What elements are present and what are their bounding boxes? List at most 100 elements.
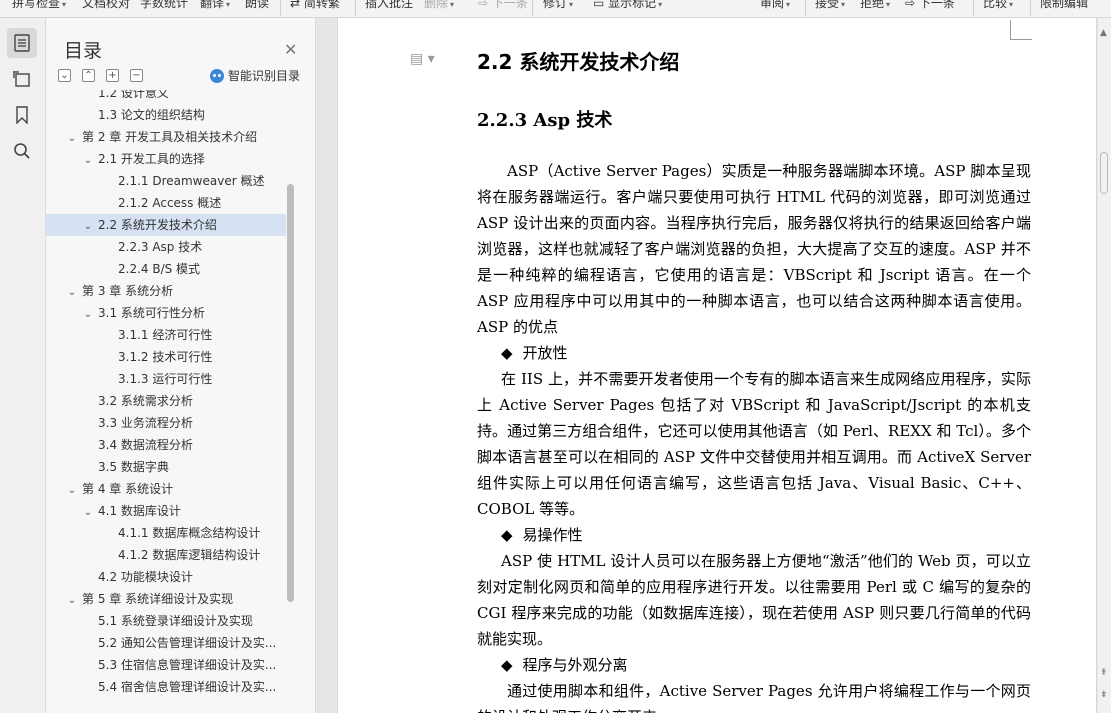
toc-item[interactable]: 2.2.4 B/S 模式 bbox=[46, 258, 286, 280]
paragraph: 通过使用脚本和组件，Active Server Pages 允许用户将编程工作与… bbox=[477, 682, 1031, 713]
toc-list: 1.2 设计意义 1.3 论文的组织结构 ⌄ 第 2 章 开发工具及相关技术介绍 ⌄ 2.… bbox=[46, 90, 286, 713]
toc-item-label: 3.5 数据字典 bbox=[98, 460, 169, 474]
toc-item[interactable]: ⌄ 2.1 开发工具的选择 bbox=[46, 148, 286, 170]
read-aloud-button[interactable]: 朗读 bbox=[245, 0, 269, 11]
page-up-icon[interactable]: ⇞ bbox=[1100, 668, 1108, 678]
next-icon: ⇨ bbox=[905, 0, 919, 10]
toc-scrollbar[interactable] bbox=[287, 184, 294, 602]
next-icon: ⇨ bbox=[478, 0, 492, 10]
toc-item[interactable]: 3.4 数据流程分析 bbox=[46, 434, 286, 456]
separator bbox=[973, 0, 974, 16]
toc-item[interactable]: 3.1.2 技术可行性 bbox=[46, 346, 286, 368]
toc-item-label: 第 5 章 系统详细设计及实现 bbox=[82, 592, 234, 606]
chevron-down-icon[interactable]: ⌄ bbox=[82, 502, 94, 522]
markup-icon: ▭ bbox=[593, 0, 609, 10]
toc-item[interactable]: 3.5 数据字典 bbox=[46, 456, 286, 478]
toc-item[interactable]: 3.1.1 经济可行性 bbox=[46, 324, 286, 346]
insert-comment-button[interactable]: 插入批注 bbox=[365, 0, 413, 11]
bookmark-icon bbox=[16, 106, 28, 124]
toc-item[interactable]: 4.1.2 数据库逻辑结构设计 bbox=[46, 544, 286, 566]
word-count-button[interactable]: 字数统计 bbox=[140, 0, 188, 11]
ribbon-toolbar: 拼写检查 ▾ 文档校对 字数统计 翻译 ▾ 朗读 ⇄ 简转繁 插入批注 删除 ▾ ⇨ … bbox=[0, 0, 1111, 18]
toc-item[interactable]: 4.2 功能模块设计 bbox=[46, 566, 286, 588]
show-markup-button[interactable]: ▭ 显示标记 ▾ bbox=[593, 0, 662, 11]
accept-button[interactable]: 接受 ▾ bbox=[815, 0, 845, 11]
vertical-scroll-track bbox=[1098, 18, 1111, 713]
toc-item-label: 2.1.2 Access 概述 bbox=[118, 196, 222, 210]
toc-title: 目录 bbox=[64, 40, 103, 62]
track-changes-button[interactable]: 修订 ▾ bbox=[543, 0, 573, 11]
rail-bookmark-button[interactable] bbox=[7, 100, 37, 130]
expand-up-icon[interactable]: ⌃ bbox=[82, 69, 95, 82]
toc-item[interactable]: ⌄ 第 4 章 系统设计 bbox=[46, 478, 286, 500]
spell-check-button[interactable]: 拼写检查 ▾ bbox=[12, 0, 66, 11]
chevron-down-icon[interactable]: ⌄ bbox=[82, 216, 94, 236]
rail-chapter-button[interactable] bbox=[7, 64, 37, 94]
toc-item[interactable]: ⌄ 第 5 章 系统详细设计及实现 bbox=[46, 588, 286, 610]
collapse-all-icon[interactable]: ⌄ bbox=[58, 69, 71, 82]
chevron-down-icon[interactable]: ⌄ bbox=[66, 282, 78, 302]
reject-button[interactable]: 拒绝 ▾ bbox=[860, 0, 890, 11]
toc-item[interactable]: 3.2 系统需求分析 bbox=[46, 390, 286, 412]
chevron-down-icon[interactable]: ⌄ bbox=[66, 128, 78, 148]
chevron-down-icon[interactable]: ⌄ bbox=[82, 304, 94, 324]
restrict-editing-button[interactable]: 限制编辑 bbox=[1040, 0, 1088, 11]
toc-item[interactable]: 2.1.1 Dreamweaver 概述 bbox=[46, 170, 286, 192]
toc-item-label: 4.2 功能模块设计 bbox=[98, 570, 193, 584]
toc-item[interactable]: 3.1.3 运行可行性 bbox=[46, 368, 286, 390]
paragraph-menu-icon[interactable]: ▤ ▾ bbox=[410, 51, 435, 67]
review-button[interactable]: 审阅 ▾ bbox=[760, 0, 790, 11]
chevron-down-icon[interactable]: ⌄ bbox=[82, 150, 94, 170]
delete-comment-button[interactable]: 删除 ▾ bbox=[424, 0, 454, 11]
page-down-icon[interactable]: ⇟ bbox=[1100, 690, 1108, 700]
toc-item[interactable]: ⌄ 4.1 数据库设计 bbox=[46, 500, 286, 522]
bullet-item: ◆ 开放性 bbox=[501, 344, 568, 362]
compare-button[interactable]: 比较 ▾ bbox=[983, 0, 1013, 11]
paragraph: 在 IIS 上，并不需要开发者使用一个专有的脚本语言来生成网络应用程序，实际上 … bbox=[477, 370, 1031, 518]
toc-item[interactable]: ⌄ 2.2 系统开发技术介绍 bbox=[46, 214, 286, 236]
document-body[interactable]: ASP（Active Server Pages）实质是一种服务器端脚本环境。AS… bbox=[477, 158, 1031, 713]
toc-item[interactable]: 3.3 业务流程分析 bbox=[46, 412, 286, 434]
toc-item[interactable]: 5.1 系统登录详细设计及实现 bbox=[46, 610, 286, 632]
paragraph: ASP（Active Server Pages）实质是一种服务器端脚本环境。AS… bbox=[477, 162, 1031, 336]
separator bbox=[532, 0, 533, 16]
toc-item-label: 第 4 章 系统设计 bbox=[82, 482, 174, 496]
toc-item[interactable]: ⌄ 3.1 系统可行性分析 bbox=[46, 302, 286, 324]
toc-item[interactable]: 2.1.2 Access 概述 bbox=[46, 192, 286, 214]
toc-item[interactable]: 5.2 通知公告管理详细设计及实... bbox=[46, 632, 286, 654]
toc-item[interactable]: 2.2.3 Asp 技术 bbox=[46, 236, 286, 258]
toc-item-label: 5.4 宿舍信息管理详细设计及实... bbox=[98, 680, 277, 694]
heading-2-2: 2.2 系统开发技术介绍 bbox=[477, 50, 680, 74]
toc-item-label: 2.2.4 B/S 模式 bbox=[118, 262, 201, 276]
toc-item-label: 第 3 章 系统分析 bbox=[82, 284, 174, 298]
close-icon[interactable]: ✕ bbox=[284, 40, 297, 59]
document-scrollbar[interactable] bbox=[1100, 152, 1108, 194]
toc-item[interactable]: ⌄ 第 2 章 开发工具及相关技术介绍 bbox=[46, 126, 286, 148]
translate-button[interactable]: 翻译 ▾ bbox=[200, 0, 230, 11]
toc-item-label: 3.1 系统可行性分析 bbox=[98, 306, 205, 320]
rail-search-button[interactable] bbox=[7, 136, 37, 166]
doc-proofread-button[interactable]: 文档校对 bbox=[82, 0, 130, 11]
chevron-down-icon[interactable]: ⌄ bbox=[66, 480, 78, 500]
remove-heading-icon[interactable]: − bbox=[130, 69, 143, 82]
scroll-up-icon[interactable]: ▲ bbox=[1100, 28, 1107, 38]
simp-to-trad-button[interactable]: ⇄ 简转繁 bbox=[290, 0, 340, 11]
toc-item[interactable]: 1.2 设计意义 bbox=[46, 90, 286, 104]
toc-item[interactable]: 5.4 宿舍信息管理详细设计及实... bbox=[46, 676, 286, 698]
toc-item[interactable]: 1.3 论文的组织结构 bbox=[46, 104, 286, 126]
convert-icon: ⇄ bbox=[290, 0, 304, 10]
next-change-button[interactable]: ⇨ 下一条 bbox=[905, 0, 955, 11]
toc-item-label: 3.1.2 技术可行性 bbox=[118, 350, 213, 364]
toc-item[interactable]: ⌄ 第 3 章 系统分析 bbox=[46, 280, 286, 302]
smart-toc-button[interactable]: 智能识别目录 bbox=[210, 67, 300, 84]
next-comment-button[interactable]: ⇨ 下一条 bbox=[478, 0, 528, 11]
add-heading-icon[interactable]: + bbox=[106, 69, 119, 82]
rail-toc-button[interactable] bbox=[7, 28, 37, 58]
toc-item-label: 4.1 数据库设计 bbox=[98, 504, 181, 518]
toc-item[interactable]: 4.1.1 数据库概念结构设计 bbox=[46, 522, 286, 544]
chevron-down-icon[interactable]: ⌄ bbox=[66, 590, 78, 610]
bullet-item: ◆ 程序与外观分离 bbox=[501, 656, 628, 674]
toc-item[interactable]: 5.3 住宿信息管理详细设计及实... bbox=[46, 654, 286, 676]
diamond-bullet-icon: ◆ bbox=[501, 344, 513, 362]
ai-icon bbox=[210, 68, 224, 83]
